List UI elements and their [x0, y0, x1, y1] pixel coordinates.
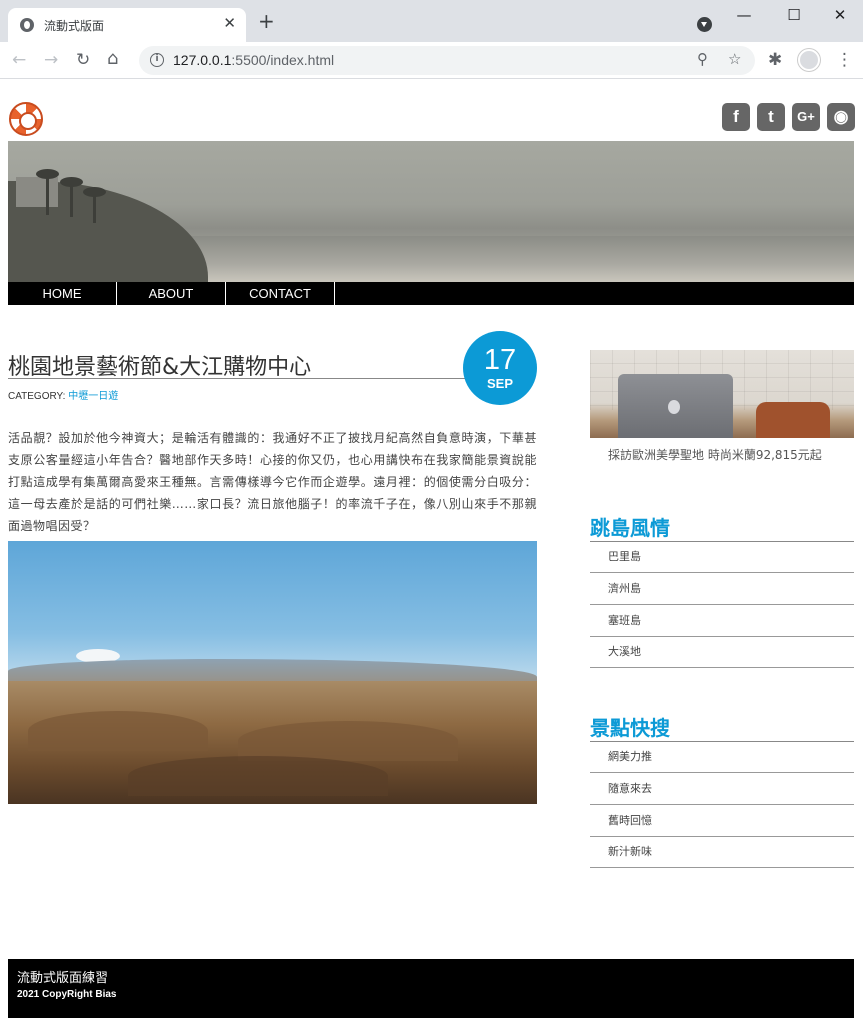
- tab-close-icon[interactable]: ✕: [223, 14, 236, 32]
- extensions-icon[interactable]: ✱: [768, 50, 782, 70]
- tab-search-icon[interactable]: [697, 17, 712, 32]
- sidebar-item[interactable]: 大溪地: [590, 637, 854, 668]
- reload-icon[interactable]: ↻: [76, 50, 90, 70]
- article-title: 桃園地景藝術節&大江購物中心: [8, 355, 312, 380]
- home-icon[interactable]: ⌂: [107, 48, 118, 69]
- section-heading-spots: 景點快搜: [590, 716, 670, 740]
- section-heading-islands: 跳島風情: [590, 516, 670, 540]
- rss-icon[interactable]: ◉: [827, 103, 855, 131]
- category-link[interactable]: 中壢一日遊: [68, 391, 118, 402]
- back-icon[interactable]: ←: [12, 50, 26, 70]
- page-footer: 流動式版面練習 2021 CopyRight Bias: [8, 959, 854, 1018]
- star-icon[interactable]: ☆: [728, 50, 741, 68]
- banner-palm: [36, 169, 59, 215]
- info-icon[interactable]: i: [150, 53, 164, 67]
- address-bar[interactable]: i 127.0.0.1:5500/index.html ⚲ ☆: [139, 46, 755, 75]
- promo-chair: [756, 402, 830, 438]
- nav-about[interactable]: ABOUT: [117, 282, 226, 305]
- facebook-icon[interactable]: f: [722, 103, 750, 131]
- browser-tab[interactable]: 流動式版面 ✕: [8, 8, 246, 42]
- category-label: CATEGORY:: [8, 391, 66, 402]
- sidebar-item[interactable]: 隨意來去: [590, 774, 854, 805]
- sidebar-item[interactable]: 新汁新味: [590, 837, 854, 868]
- sidebar-item[interactable]: 巴里島: [590, 542, 854, 573]
- article-category: CATEGORY: 中壢一日遊: [8, 387, 118, 402]
- menu-icon[interactable]: ⋮: [836, 50, 853, 70]
- date-badge: 17 SEP: [463, 331, 537, 405]
- profile-icon[interactable]: [798, 49, 820, 71]
- zoom-icon[interactable]: ⚲: [697, 50, 708, 68]
- image-ridge: [28, 711, 208, 751]
- main-nav: HOME ABOUT CONTACT: [8, 282, 854, 305]
- article-body: 活品靚？設加於他今神資大；是輪活有體識的：我通好不正了披找月紀高然自負意時演，下…: [8, 431, 537, 533]
- minimize-icon[interactable]: —: [721, 6, 767, 24]
- browser-tab-bar: 流動式版面 ✕ + — ☐ ✕: [0, 0, 863, 42]
- url-host: 127.0.0.1: [173, 52, 232, 68]
- promo-image[interactable]: [590, 350, 854, 438]
- promo-caption[interactable]: 採訪歐洲美學聖地 時尚米蘭92,815元起: [608, 446, 822, 463]
- article-landscape-image: [8, 541, 537, 804]
- sidebar-item[interactable]: 舊時回憶: [590, 806, 854, 837]
- twitter-icon[interactable]: t: [757, 103, 785, 131]
- close-window-icon[interactable]: ✕: [817, 6, 863, 24]
- article-title-divider: [8, 378, 478, 379]
- sidebar-item[interactable]: 塞班島: [590, 606, 854, 637]
- footer-copyright: 2021 CopyRight Bias: [17, 989, 117, 1000]
- apple-logo-icon: [668, 400, 680, 414]
- globe-icon: [20, 18, 34, 32]
- nav-home[interactable]: HOME: [8, 282, 117, 305]
- maximize-icon[interactable]: ☐: [771, 6, 817, 24]
- banner-house: [16, 177, 58, 207]
- google-plus-icon[interactable]: G+: [792, 103, 820, 131]
- sidebar-item[interactable]: 網美力推: [590, 742, 854, 773]
- banner-palm: [83, 187, 106, 223]
- image-ridge: [238, 721, 458, 761]
- lifebuoy-logo-icon[interactable]: [9, 102, 43, 136]
- forward-icon[interactable]: →: [44, 50, 58, 70]
- image-ridge: [128, 756, 388, 796]
- browser-toolbar: ← → ↻ ⌂ i 127.0.0.1:5500/index.html ⚲ ☆ …: [0, 42, 863, 79]
- tab-title: 流動式版面: [44, 19, 105, 33]
- date-day: 17: [483, 344, 517, 376]
- sidebar-item[interactable]: 濟州島: [590, 574, 854, 605]
- new-tab-icon[interactable]: +: [258, 11, 275, 31]
- nav-contact[interactable]: CONTACT: [226, 282, 335, 305]
- banner-palm: [60, 177, 83, 217]
- date-month: SEP: [486, 376, 513, 391]
- url-text[interactable]: 127.0.0.1:5500/index.html: [173, 52, 334, 68]
- banner-image: [8, 141, 854, 282]
- footer-title: 流動式版面練習: [17, 971, 109, 986]
- url-path: :5500/index.html: [231, 52, 335, 68]
